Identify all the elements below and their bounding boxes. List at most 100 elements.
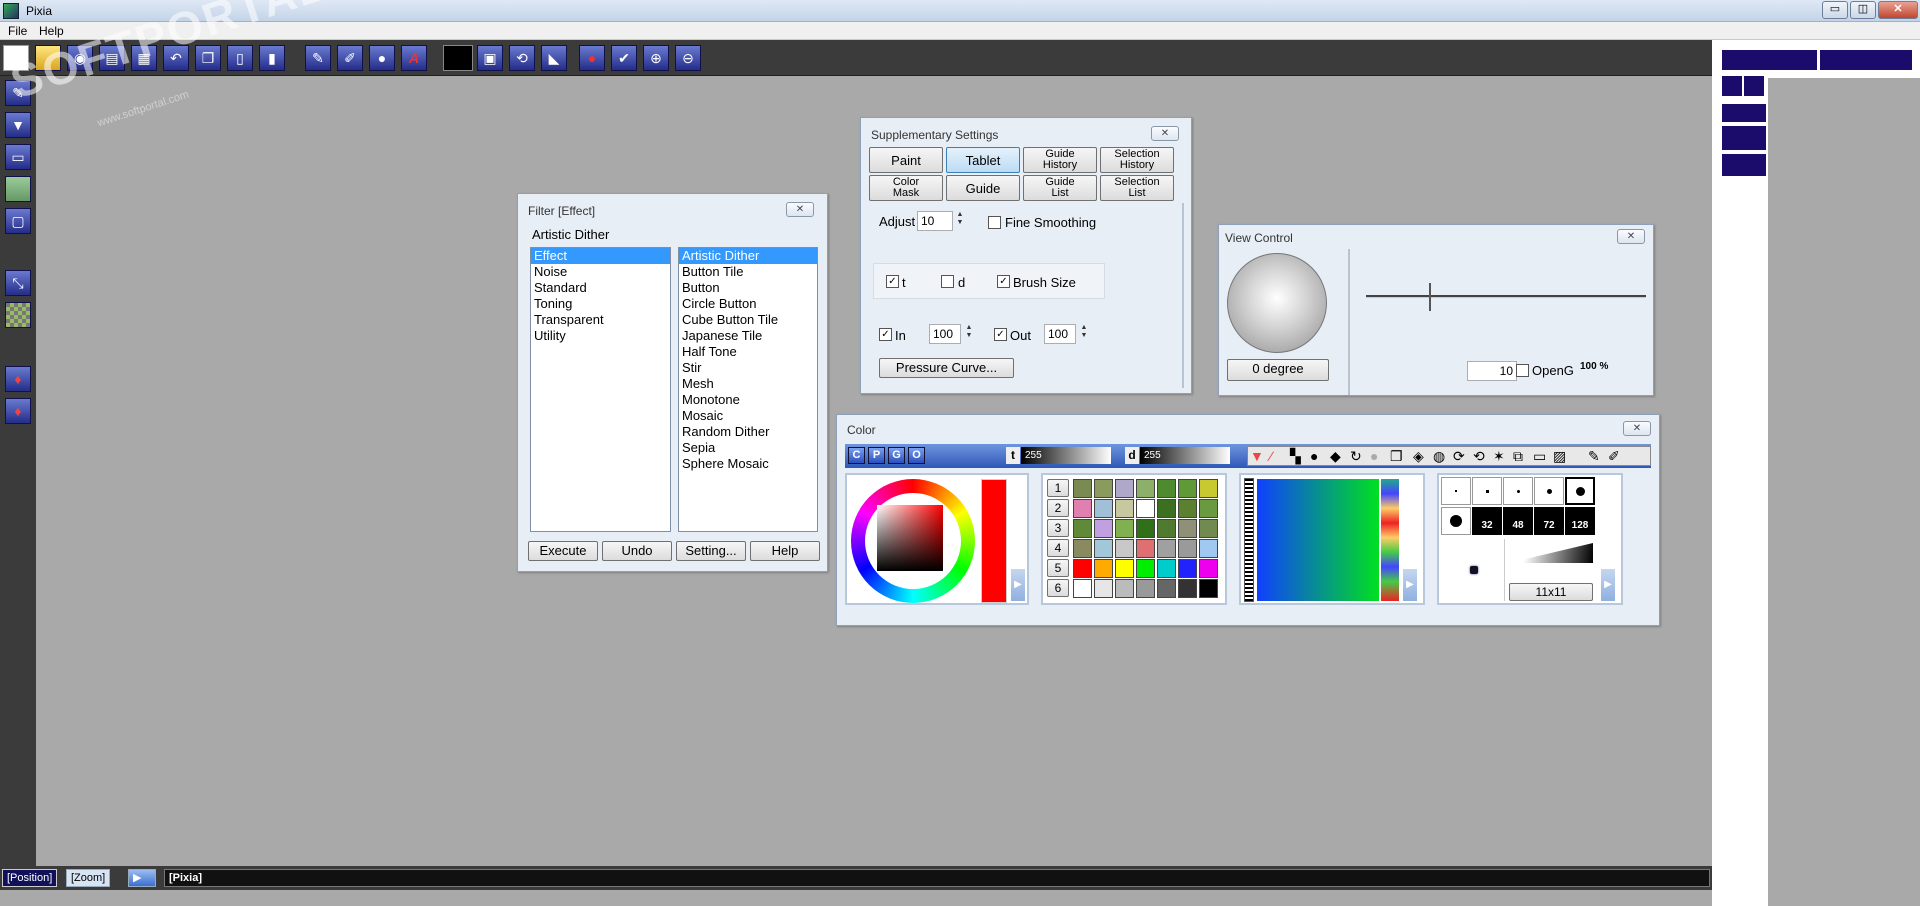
tab-guide-list[interactable]: Guide List [1023,175,1097,201]
list-item[interactable]: Sphere Mosaic [679,456,817,472]
close-button[interactable]: ✕ [1878,1,1918,19]
in-spinner[interactable]: ▲ ▼ [964,324,974,340]
in-input[interactable]: 100 [929,324,961,344]
pattern-tool-icon[interactable] [5,176,31,202]
tab-selection-history[interactable]: Selection History [1100,147,1174,173]
layer-thumb-1[interactable] [1722,76,1742,96]
eraser-icon[interactable]: ✐ [337,45,363,71]
list-item[interactable]: Button [679,280,817,296]
t-channel-slider[interactable]: 255 [1021,447,1111,464]
brush-next-arrow[interactable]: ▶ [1601,569,1615,601]
palette-row-1[interactable]: 1 [1047,479,1069,497]
palette-row-6[interactable]: 6 [1047,579,1069,597]
degree-button[interactable]: 0 degree [1227,359,1329,381]
zoom-slider-thumb[interactable] [1429,283,1431,311]
out-checkbox[interactable]: ✓ [994,328,1007,341]
filter-category-list[interactable]: Effect Noise Standard Toning Transparent… [530,247,671,532]
wheel-next-arrow[interactable]: ▶ [1011,569,1025,601]
diamond-icon[interactable]: ◈ [1413,448,1424,465]
undo-button[interactable]: Undo [602,541,672,561]
color-mode-c-icon[interactable]: C [848,447,865,464]
menu-file[interactable]: File [8,24,27,38]
foreground-color-swatch[interactable] [443,45,473,71]
check-icon[interactable]: ✔ [611,45,637,71]
select-tool-icon[interactable]: ▭ [5,144,31,170]
dropper-icon[interactable]: ▼ [1250,448,1264,464]
list-item[interactable]: Utility [531,328,670,344]
palette-row-3[interactable]: 3 [1047,519,1069,537]
rotation-dial[interactable] [1227,253,1327,353]
fine-brush-icon[interactable]: ✐ [1608,448,1620,465]
layer-item-2[interactable] [1722,126,1766,150]
gradient-preview[interactable] [1257,479,1379,601]
brush-size-128[interactable]: 128 [1565,506,1595,535]
tab-color-mask[interactable]: Color Mask [869,175,943,201]
restore-button[interactable]: ◫ [1850,1,1876,19]
record-icon[interactable]: ● [579,45,605,71]
list-item[interactable]: Cube Button Tile [679,312,817,328]
d-checkbox[interactable] [941,275,954,288]
tab-guide[interactable]: Guide [946,175,1020,201]
list-item[interactable]: Stir [679,360,817,376]
layer-icon[interactable]: ▣ [477,45,503,71]
palette-row-5[interactable]: 5 [1047,559,1069,577]
filter-close-button[interactable]: ✕ [786,202,814,217]
tab-guide-history[interactable]: Guide History [1023,147,1097,173]
image-icon[interactable]: ▨ [1553,448,1566,465]
list-item[interactable]: Mosaic [679,408,817,424]
layer-header-left[interactable] [1722,50,1817,70]
zoom-in-icon[interactable]: ⊕ [643,45,669,71]
zoom-value-input[interactable]: 10 [1467,361,1517,381]
list-item[interactable]: Japanese Tile [679,328,817,344]
dot-icon[interactable]: ● [1310,448,1318,464]
supp-close-button[interactable]: ✕ [1151,126,1179,141]
brush-size-32[interactable]: 32 [1472,506,1502,535]
magnifier-icon[interactable]: ● [369,45,395,71]
gradient-next-arrow[interactable]: ▶ [1403,569,1417,601]
help-button[interactable]: Help [750,541,820,561]
palette-swatch-grid[interactable] [1073,479,1221,599]
pencil-icon[interactable]: ⁄ [1270,448,1272,464]
list-item[interactable]: Effect [531,248,670,264]
status-play-icon[interactable]: ▶ [128,869,156,887]
sparkle-icon[interactable]: ✶ [1493,448,1505,465]
fine-smoothing-checkbox[interactable] [988,216,1001,229]
filter-effect-list[interactable]: Artistic Dither Button Tile Button Circl… [678,247,818,532]
list-item[interactable]: Half Tone [679,344,817,360]
circle-icon[interactable]: ● [1370,448,1378,464]
in-checkbox[interactable]: ✓ [879,328,892,341]
tab-selection-list[interactable]: Selection List [1100,175,1174,201]
color-mode-o-icon[interactable]: O [908,447,925,464]
layer-thumb-2[interactable] [1744,76,1764,96]
stack-icon[interactable]: ❐ [1390,448,1403,465]
palette-row-4[interactable]: 4 [1047,539,1069,557]
layer-item-3[interactable] [1722,154,1766,176]
list-item[interactable]: Transparent [531,312,670,328]
tab-paint[interactable]: Paint [869,147,943,173]
brush-pressure-ramp[interactable] [1509,543,1593,563]
d-channel-slider[interactable]: 255 [1140,447,1230,464]
shape-icon[interactable]: ◣ [541,45,567,71]
brush-size-checkbox[interactable]: ✓ [997,275,1010,288]
transparency-icon[interactable] [5,302,31,328]
list-item[interactable]: Monotone [679,392,817,408]
zoom-out-icon[interactable]: ⊖ [675,45,701,71]
brush-icon[interactable]: ✎ [305,45,331,71]
paste-layer-icon[interactable]: ▭ [1533,448,1546,465]
setting-button[interactable]: Setting... [676,541,746,561]
color-close-button[interactable]: ✕ [1623,421,1651,436]
layer-item-1[interactable] [1722,104,1766,122]
status-zoom[interactable]: [Zoom] [66,869,111,887]
blob-icon[interactable]: ◆ [1330,448,1341,465]
color-mode-p-icon[interactable]: P [868,447,885,464]
clipboard-icon[interactable]: ▮ [259,45,285,71]
layer-header-right[interactable] [1820,50,1912,70]
execute-button[interactable]: Execute [528,541,598,561]
layer-move-icon[interactable]: ⤡ [5,270,31,296]
color-mode-g-icon[interactable]: G [888,447,905,464]
adjust-input[interactable]: 10 [917,211,953,231]
list-item[interactable]: Standard [531,280,670,296]
list-item[interactable]: Mesh [679,376,817,392]
opengl-checkbox[interactable] [1516,364,1529,377]
brush-size-72[interactable]: 72 [1534,506,1564,535]
